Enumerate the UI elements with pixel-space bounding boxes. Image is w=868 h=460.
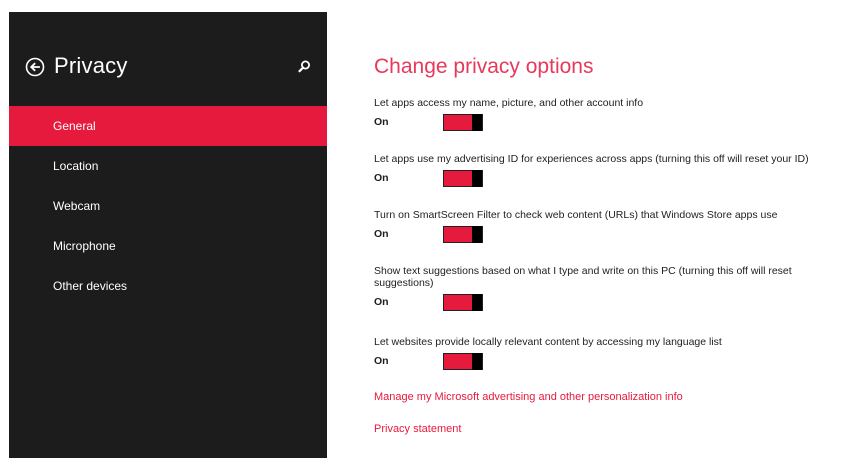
setting-label: Let apps access my name, picture, and ot… bbox=[374, 97, 644, 109]
toggle-state-text: On bbox=[374, 228, 389, 240]
search-icon[interactable] bbox=[296, 59, 312, 75]
sidebar-item-microphone[interactable]: Microphone bbox=[9, 226, 327, 266]
setting-label: Let websites provide locally relevant co… bbox=[374, 336, 722, 348]
sidebar-item-general[interactable]: General bbox=[9, 106, 327, 146]
account-info-toggle[interactable] bbox=[443, 114, 483, 131]
toggle-row: On bbox=[374, 294, 844, 312]
sidebar-title: Privacy bbox=[54, 53, 128, 78]
setting-label: Let apps use my advertising ID for exper… bbox=[374, 153, 809, 165]
sidebar: Privacy General Location Webcam Micropho… bbox=[9, 12, 327, 458]
setting-smartscreen: Turn on SmartScreen Filter to check web … bbox=[374, 209, 844, 244]
toggle-row: On bbox=[374, 114, 844, 132]
advertising-id-toggle[interactable] bbox=[443, 170, 483, 187]
setting-language-list: Let websites provide locally relevant co… bbox=[374, 336, 844, 371]
toggle-state-text: On bbox=[374, 172, 389, 184]
toggle-thumb[interactable] bbox=[472, 114, 482, 131]
language-list-toggle[interactable] bbox=[443, 353, 483, 370]
manage-advertising-link[interactable]: Manage my Microsoft advertising and othe… bbox=[374, 391, 683, 403]
page-title: Change privacy options bbox=[374, 55, 594, 78]
setting-label: Turn on SmartScreen Filter to check web … bbox=[374, 209, 778, 221]
setting-advertising-id: Let apps use my advertising ID for exper… bbox=[374, 153, 844, 188]
toggle-thumb[interactable] bbox=[472, 353, 482, 370]
sidebar-item-webcam[interactable]: Webcam bbox=[9, 186, 327, 226]
toggle-row: On bbox=[374, 170, 844, 188]
toggle-thumb[interactable] bbox=[472, 294, 482, 311]
sidebar-item-location[interactable]: Location bbox=[9, 146, 327, 186]
toggle-thumb[interactable] bbox=[472, 226, 482, 243]
toggle-state-text: On bbox=[374, 296, 389, 308]
setting-text-suggestions: Show text suggestions based on what I ty… bbox=[374, 265, 844, 312]
back-arrow-icon[interactable] bbox=[25, 57, 45, 77]
toggle-state-text: On bbox=[374, 355, 389, 367]
toggle-state-text: On bbox=[374, 116, 389, 128]
toggle-row: On bbox=[374, 226, 844, 244]
toggle-row: On bbox=[374, 353, 844, 371]
setting-label: Show text suggestions based on what I ty… bbox=[374, 265, 792, 289]
sidebar-item-other-devices[interactable]: Other devices bbox=[9, 266, 327, 306]
setting-account-info: Let apps access my name, picture, and ot… bbox=[374, 97, 844, 132]
privacy-statement-link[interactable]: Privacy statement bbox=[374, 423, 461, 435]
text-suggestions-toggle[interactable] bbox=[443, 294, 483, 311]
toggle-thumb[interactable] bbox=[472, 170, 482, 187]
smartscreen-toggle[interactable] bbox=[443, 226, 483, 243]
